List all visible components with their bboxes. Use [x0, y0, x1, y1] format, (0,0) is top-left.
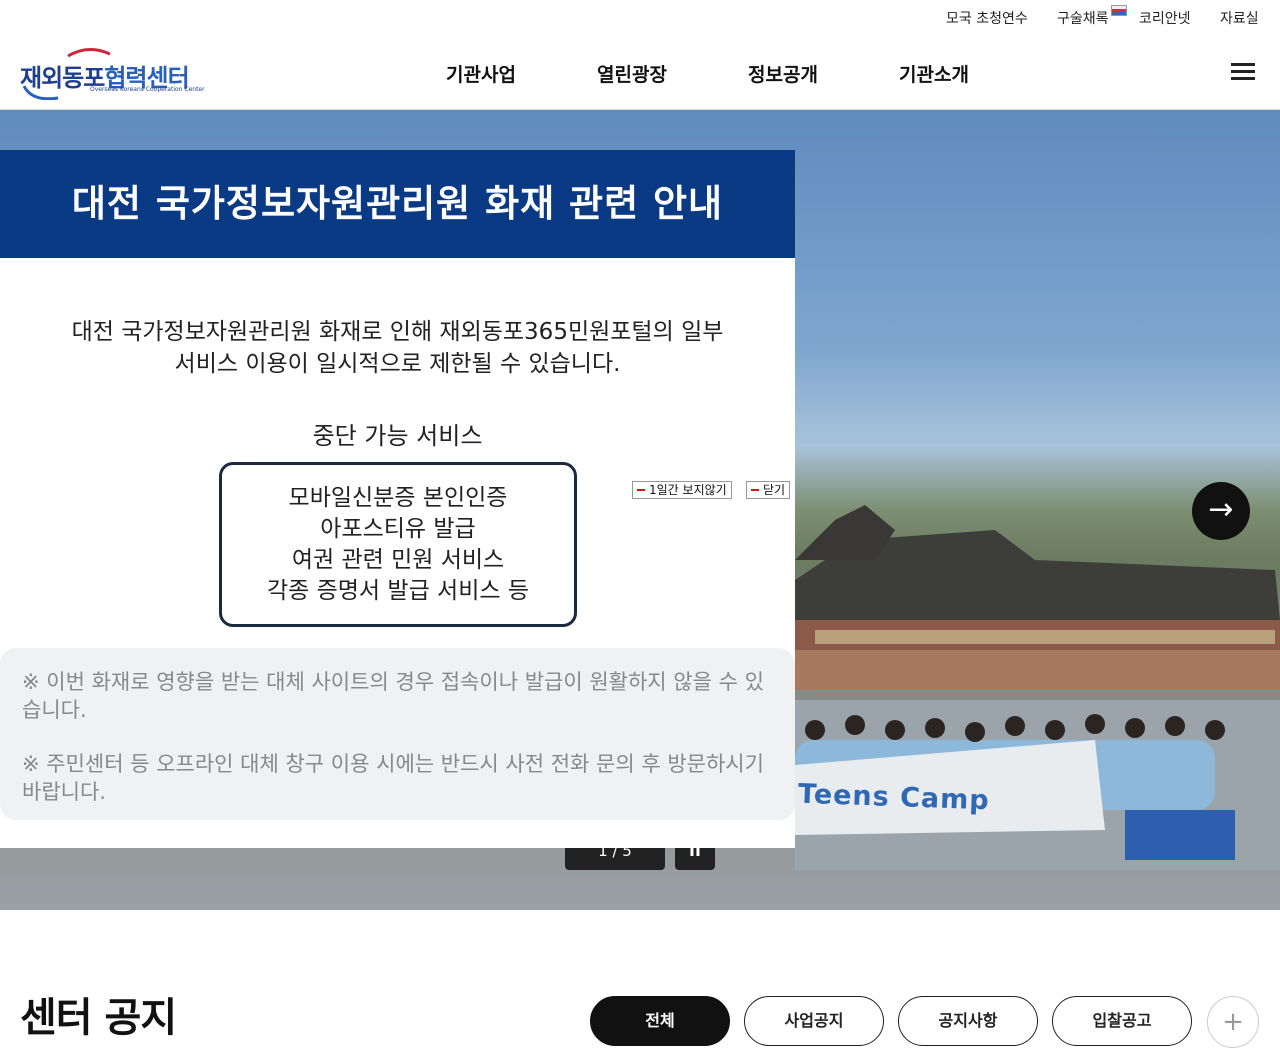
nav-disclosure[interactable]: 정보공개 — [748, 60, 818, 87]
popup-message-line2: 서비스 이용이 일시적으로 제한될 수 있습니다. — [174, 351, 621, 377]
popup-note: ※ 주민센터 등 오프라인 대체 창구 이용 시에는 반드시 사전 전화 문의 … — [22, 752, 764, 804]
utility-link-koreannet[interactable]: 코리안넷 — [1139, 8, 1191, 28]
korea-flag-icon — [1111, 5, 1127, 16]
popup-message-line1: 대전 국가정보자원관리원 화재로 인해 재외동포365민원포털의 일부 — [71, 319, 724, 345]
tab-all[interactable]: 전체 — [590, 996, 730, 1046]
service-item: 각종 증명서 발급 서비스 등 — [266, 578, 529, 604]
more-icon[interactable]: + — [1207, 996, 1259, 1048]
nav-programs[interactable]: 기관사업 — [446, 60, 516, 87]
services-box: 모바일신분증 본인인증 아포스티유 발급 여권 관련 민원 서비스 각종 증명서… — [219, 462, 577, 627]
popup-controls: 1일간 보지않기 닫기 — [632, 481, 795, 499]
popup-notes: ※ 이번 화재로 영향을 받는 대체 사이트의 경우 접속이나 발급이 원활하지… — [0, 648, 795, 820]
popup-title: 대전 국가정보자원관리원 화재 관련 안내 — [0, 150, 795, 258]
tab-program-notices[interactable]: 사업공지 — [744, 996, 884, 1046]
site-logo[interactable]: 재외동포협력센터 Overseas Koreans Cooperation Ce… — [18, 42, 205, 100]
utility-link-archive[interactable]: 자료실 — [1220, 8, 1259, 28]
utility-bar: 모국 초청연수 구술채록 코리안넷 자료실 — [0, 0, 1280, 34]
next-slide-button[interactable]: → — [1192, 482, 1250, 540]
close-popup-button[interactable]: 닫기 — [746, 481, 791, 499]
nav-about[interactable]: 기관소개 — [899, 60, 969, 87]
nav-open-square[interactable]: 열린광장 — [597, 60, 667, 87]
popup-note: ※ 이번 화재로 영향을 받는 대체 사이트의 경우 접속이나 발급이 원활하지… — [22, 670, 764, 722]
tab-bids[interactable]: 입찰공고 — [1052, 996, 1192, 1046]
notice-popup: 대전 국가정보자원관리원 화재 관련 안내 대전 국가정보자원관리원 화재로 인… — [0, 150, 795, 848]
hide-for-day-button[interactable]: 1일간 보지않기 — [632, 481, 732, 499]
site-header: 재외동포협력센터 Overseas Koreans Cooperation Ce… — [0, 34, 1280, 110]
logo-english: Overseas Koreans Cooperation Center — [90, 86, 205, 93]
utility-link-oral-history[interactable]: 구술채록 — [1057, 8, 1109, 28]
service-item: 여권 관련 민원 서비스 — [291, 547, 505, 573]
popup-message: 대전 국가정보자원관리원 화재로 인해 재외동포365민원포털의 일부 서비스 … — [20, 316, 775, 380]
notice-section-title: 센터 공지 — [20, 995, 177, 1041]
service-item: 아포스티유 발급 — [320, 516, 476, 542]
tab-announcements[interactable]: 공지사항 — [898, 996, 1038, 1046]
banner-text: Teens Camp — [797, 778, 991, 817]
service-item: 모바일신분증 본인인증 — [288, 485, 508, 511]
menu-icon[interactable] — [1231, 63, 1255, 81]
utility-link-invitation-training[interactable]: 모국 초청연수 — [946, 8, 1028, 28]
services-title: 중단 가능 서비스 — [312, 422, 483, 450]
